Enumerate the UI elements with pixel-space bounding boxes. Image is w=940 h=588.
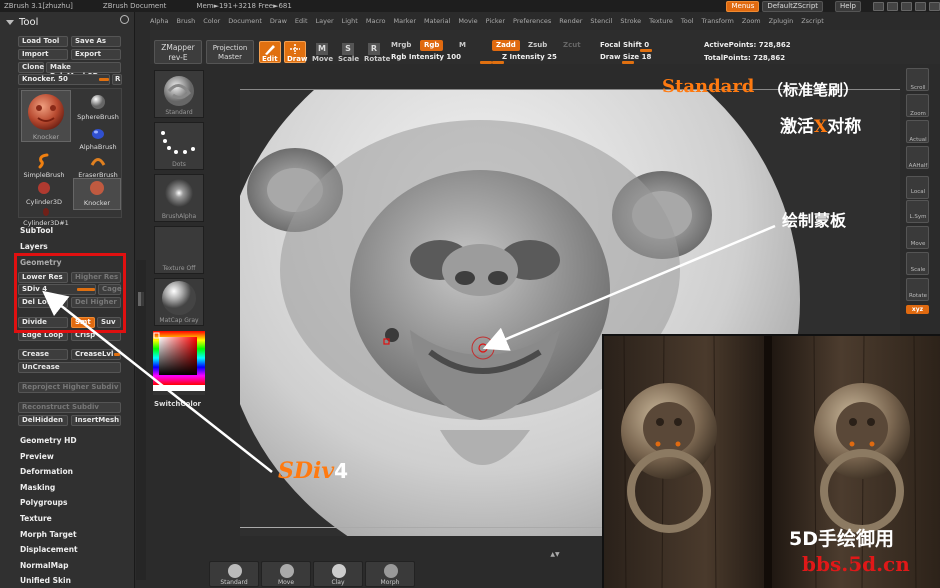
watermark-url: bbs.5d.cn [802, 552, 910, 576]
watermark-text: 5D手绘御用 [789, 528, 894, 550]
arrow-to-sdiv [42, 290, 273, 473]
reference-photo: 5D手绘御用 bbs.5d.cn [602, 334, 940, 588]
arrow-to-mask [482, 224, 776, 351]
